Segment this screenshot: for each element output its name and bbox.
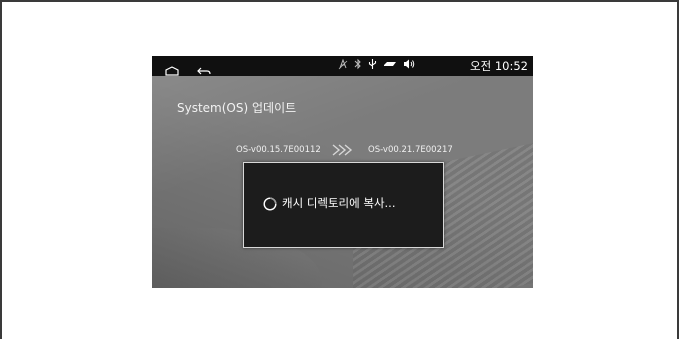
status-icons xyxy=(338,58,415,75)
home-icon[interactable] xyxy=(165,61,179,76)
usb-icon xyxy=(368,58,377,75)
frame-left-border xyxy=(0,0,2,339)
page-title: System(OS) 업데이트 xyxy=(177,101,297,115)
target-version: OS-v00.21.7E00217 xyxy=(368,145,453,155)
frame-top-border xyxy=(0,0,679,2)
device-screen: 오전 10:52 System(OS) 업데이트 OS-v00.15.7E001… xyxy=(152,56,533,288)
dialog-message: 캐시 디렉토리에 복사... xyxy=(282,196,396,210)
status-bar: 오전 10:52 xyxy=(152,56,533,76)
back-icon[interactable] xyxy=(197,61,211,75)
gps-icon xyxy=(338,58,348,75)
volume-icon xyxy=(403,58,415,75)
progress-dialog: 캐시 디렉토리에 복사... xyxy=(243,162,444,248)
battery-icon xyxy=(383,59,397,74)
loading-spinner-icon xyxy=(263,196,277,211)
current-version: OS-v00.15.7E00112 xyxy=(236,145,321,155)
status-time: 오전 10:52 xyxy=(470,59,528,73)
bluetooth-icon xyxy=(354,58,362,75)
chevron-right-icon xyxy=(332,142,356,156)
